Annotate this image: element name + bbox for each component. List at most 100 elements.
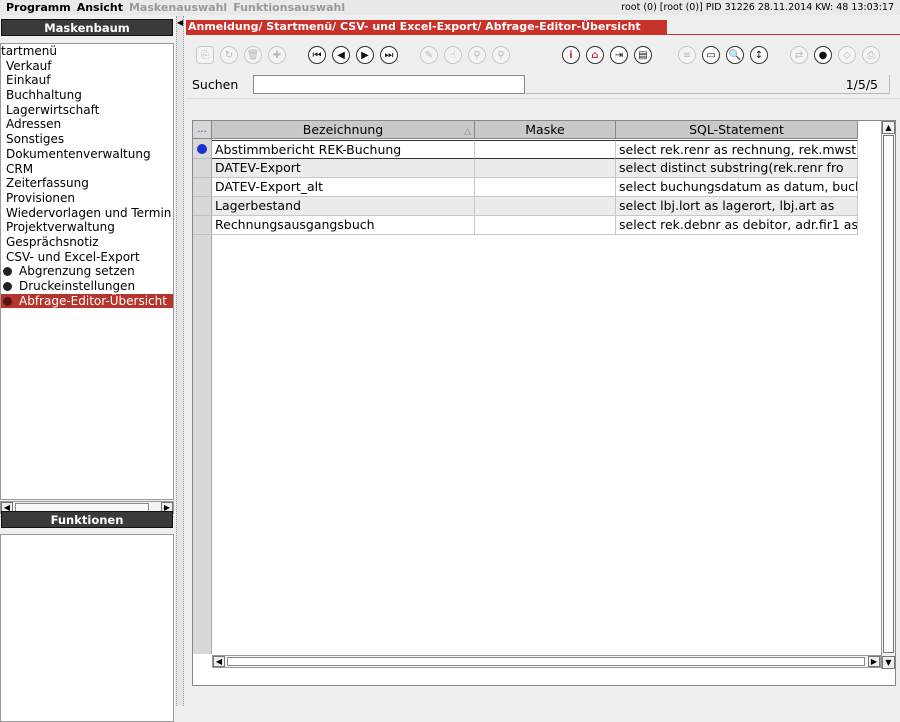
tag-icon[interactable]: ◇ <box>838 46 856 64</box>
tree-node-buchhaltung[interactable]: Buchhaltung <box>1 88 173 103</box>
pointer-icon[interactable]: ☝ <box>444 46 462 64</box>
table-vertical-scrollbar[interactable]: ▲ ▼ <box>881 121 895 669</box>
corner-button[interactable]: ... <box>193 121 212 139</box>
cell-bezeichnung[interactable]: DATEV-Export <box>212 159 475 178</box>
column-header-maske[interactable]: Maske <box>475 121 616 139</box>
tree-node-wiedervorlagen[interactable]: Wiedervorlagen und Termin <box>1 206 173 221</box>
column-header-bezeichnung[interactable]: Bezeichnung △ <box>212 121 475 139</box>
cell-maske[interactable] <box>475 159 616 178</box>
cell-maske[interactable] <box>475 178 616 197</box>
tree-node-dokumentenverwaltung[interactable]: Dokumentenverwaltung <box>1 147 173 162</box>
menu-funktionsauswahl[interactable]: Funktionsauswahl <box>233 1 345 14</box>
tree-node-adressen[interactable]: Adressen <box>1 117 173 132</box>
search-input[interactable] <box>253 75 525 94</box>
scroll-down-icon[interactable]: ▼ <box>882 656 895 669</box>
row-header[interactable] <box>193 197 212 216</box>
scroll-left-icon[interactable]: ◀ <box>213 656 225 667</box>
functions-list[interactable] <box>0 534 174 722</box>
edit-icon[interactable]: ✎ <box>420 46 438 64</box>
title-underline <box>186 34 900 35</box>
last-icon[interactable]: ⏭ <box>380 46 398 64</box>
search-back-icon[interactable]: ⚲ <box>492 46 510 64</box>
menu-bar: Programm Ansicht Maskenauswahl Funktions… <box>0 0 900 15</box>
tree-node-label: CRM <box>6 161 34 176</box>
query-table: ... Bezeichnung △ Maske SQL-Statement Ab… <box>192 120 896 686</box>
tree-node-label: Abgrenzung setzen <box>19 264 135 279</box>
delete-icon[interactable]: 🗑 <box>244 46 262 64</box>
table-row[interactable]: Lagerbestand select lbj.lort as lagerort… <box>193 197 858 216</box>
tree-node-label: CSV- und Excel-Export <box>6 249 140 264</box>
tree-node-gespraechsnotiz[interactable]: Gesprächsnotiz <box>1 235 173 250</box>
tree-node-abgrenzung[interactable]: Abgrenzung setzen <box>1 264 173 279</box>
add-icon[interactable]: ✚ <box>268 46 286 64</box>
tree-node-einkauf[interactable]: Einkauf <box>1 73 173 88</box>
tree-node-label: Sonstiges <box>6 132 65 147</box>
divider <box>186 98 900 99</box>
cell-maske[interactable] <box>475 216 616 235</box>
sort-icon[interactable]: ↕ <box>750 46 768 64</box>
tree-node-lagerwirtschaft[interactable]: Lagerwirtschaft <box>1 103 173 118</box>
tree-node-druckeinstellungen[interactable]: Druckeinstellungen <box>1 279 173 294</box>
cell-sql[interactable]: select rek.renr as rechnung, rek.mwst <box>616 140 858 159</box>
menu-ansicht[interactable]: Ansicht <box>77 1 123 14</box>
table-horizontal-scrollbar[interactable]: ◀ ▶ <box>212 655 881 668</box>
scroll-thumb[interactable] <box>227 657 865 666</box>
tree-node-sonstiges[interactable]: Sonstiges <box>1 132 173 147</box>
cell-bezeichnung[interactable]: Abstimmbericht REK-Buchung <box>212 140 475 159</box>
funktionen-header: Funktionen <box>1 511 173 528</box>
vertical-splitter[interactable]: ◀ <box>176 16 184 706</box>
row-header[interactable] <box>193 216 212 235</box>
tree-node-abfrage-editor[interactable]: Abfrage-Editor-Übersicht <box>1 293 173 309</box>
info-icon[interactable]: i <box>562 46 580 64</box>
tree-node-csv-export[interactable]: CSV- und Excel-Export <box>1 250 173 265</box>
print-icon[interactable]: ▤ <box>634 46 652 64</box>
scroll-up-icon[interactable]: ▲ <box>882 121 895 134</box>
mask-tree[interactable]: tartmenü Verkauf Einkauf Buchhaltung Lag… <box>0 43 174 500</box>
row-header[interactable] <box>193 159 212 178</box>
cell-maske[interactable] <box>475 140 616 159</box>
cell-sql[interactable]: select lbj.lort as lagerort, lbj.art as <box>616 197 858 216</box>
maskenbaum-header: Maskenbaum <box>1 19 173 36</box>
table-row[interactable]: Rechnungsausgangsbuch select rek.debnr a… <box>193 216 858 235</box>
menu-maskenauswahl[interactable]: Maskenauswahl <box>129 1 227 14</box>
row-header[interactable] <box>193 140 212 159</box>
tree-node-startmenue[interactable]: tartmenü <box>1 44 173 59</box>
list-icon[interactable]: ≡ <box>678 46 696 64</box>
tree-node-label: Druckeinstellungen <box>19 279 136 293</box>
cell-sql[interactable]: select distinct substring(rek.renr fro <box>616 159 858 178</box>
cell-bezeichnung[interactable]: DATEV-Export_alt <box>212 178 475 197</box>
first-icon[interactable]: ⏮ <box>308 46 326 64</box>
row-header[interactable] <box>193 178 212 197</box>
swap-icon[interactable]: ⇄ <box>790 46 808 64</box>
prev-icon[interactable]: ◀ <box>332 46 350 64</box>
cell-sql[interactable]: select rek.debnr as debitor, adr.fir1 as <box>616 216 858 235</box>
menu-programm[interactable]: Programm <box>6 1 71 14</box>
cell-maske[interactable] <box>475 197 616 216</box>
scroll-right-icon[interactable]: ▶ <box>868 656 880 667</box>
collapse-arrow-icon[interactable]: ◀ <box>177 18 183 27</box>
cell-bezeichnung[interactable]: Rechnungsausgangsbuch <box>212 216 475 235</box>
tree-node-zeiterfassung[interactable]: Zeiterfassung <box>1 176 173 191</box>
table-row[interactable]: DATEV-Export_alt select buchungsdatum as… <box>193 178 858 197</box>
magnifier-icon[interactable]: 🔍 <box>726 46 744 64</box>
record-icon[interactable]: ● <box>814 46 832 64</box>
tree-node-provisionen[interactable]: Provisionen <box>1 191 173 206</box>
search-link-icon[interactable]: ⚲ <box>468 46 486 64</box>
search-input-extension <box>526 75 890 94</box>
tree-node-projektverwaltung[interactable]: Projektverwaltung <box>1 220 173 235</box>
tree-node-crm[interactable]: CRM <box>1 162 173 177</box>
refresh-icon[interactable]: ↻ <box>220 46 238 64</box>
cell-bezeichnung[interactable]: Lagerbestand <box>212 197 475 216</box>
window-icon[interactable]: ▭ <box>702 46 720 64</box>
next-icon[interactable]: ▶ <box>356 46 374 64</box>
cell-sql[interactable]: select buchungsdatum as datum, buch <box>616 178 858 197</box>
attach-icon[interactable]: ⎙ <box>862 46 880 64</box>
tree-node-verkauf[interactable]: Verkauf <box>1 59 173 74</box>
scroll-thumb[interactable] <box>883 135 894 653</box>
copy-icon[interactable]: ⎘ <box>196 46 214 64</box>
table-row[interactable]: DATEV-Export select distinct substring(r… <box>193 159 858 178</box>
home-icon[interactable]: ⌂ <box>586 46 604 64</box>
table-row[interactable]: Abstimmbericht REK-Buchung select rek.re… <box>193 140 858 159</box>
exit-icon[interactable]: ⇥ <box>610 46 628 64</box>
column-header-sql[interactable]: SQL-Statement <box>616 121 858 139</box>
